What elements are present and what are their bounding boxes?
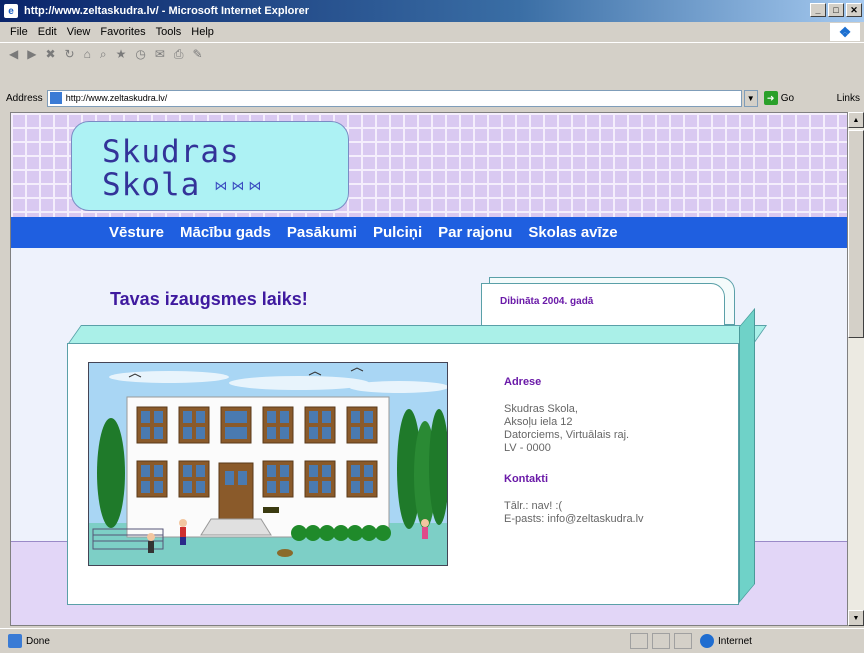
site-nav: Vēsture Mācību gads Pasākumi Pulciņi Par… [11,217,847,248]
logo-line-2-text: Skola [102,167,201,203]
email-link[interactable]: E-pasts: info@zeltaskudra.lv [504,513,644,526]
status-bar: Done Internet [0,628,864,653]
windows-logo-icon: ❖ [830,23,860,41]
links-button[interactable]: Links [837,93,860,104]
address-label: Address [6,92,43,104]
nav-par-rajonu[interactable]: Par rajonu [438,224,512,241]
school-building-illustration [88,362,448,566]
mail-icon[interactable]: ✉ [155,47,165,61]
internet-globe-icon [700,634,714,648]
founded-text: Dibināta 2004. gadā [500,296,594,307]
maximize-button[interactable]: □ [828,3,844,17]
close-button[interactable]: ✕ [846,3,862,17]
logo-line-1: Skudras [102,134,240,170]
address-heading: Adrese [504,376,542,388]
address-line-1: Skudras Skola, [504,403,578,415]
card-top-face [67,325,768,345]
address-bar: Address http://www.zeltaskudra.lv/ ▼ ➜ G… [0,86,864,110]
nav-pasakumi[interactable]: Pasākumi [287,224,357,241]
info-card: Adrese Skudras Skola, Aksoļu iela 12 Dat… [67,343,739,605]
status-segment [630,633,648,649]
menu-tools[interactable]: Tools [156,26,182,38]
scroll-up-icon[interactable]: ▲ [848,112,864,128]
page-tagline: Tavas izaugsmes laiks! [110,289,308,309]
security-zone: Internet [700,633,752,649]
menu-view[interactable]: View [67,26,91,38]
menu-favorites[interactable]: Favorites [100,26,145,38]
menu-file[interactable]: File [10,26,28,38]
address-line-4: LV - 0000 [504,442,551,454]
status-segment [674,633,692,649]
ie-icon: e [4,4,18,18]
nav-pulcini[interactable]: Pulciņi [373,224,422,241]
founded-card: Dibināta 2004. gadā [481,283,725,329]
contacts-heading: Kontakti [504,473,548,485]
status-text: Done [26,635,50,647]
menu-help[interactable]: Help [191,26,214,38]
page-viewport: Skudras Skola ⋈⋈⋈ Vēsture Mācību gads Pas… [10,112,848,626]
home-icon[interactable]: ⌂ [84,47,91,61]
go-button[interactable]: ➜ Go [763,91,795,105]
nav-vesture[interactable]: Vēsture [109,224,164,241]
contact-info: Adrese Skudras Skola, Aksoļu iela 12 Dat… [504,376,644,526]
card-side-face [739,307,755,603]
favorites-icon[interactable]: ★ [116,47,127,61]
address-line-3: Datorciems, Virtuālais raj. [504,429,630,441]
toolbar: ◀ ▶ ✖ ↻ ⌂ ⌕ ★ ◷ ✉ ⎙ ✎ [0,43,864,65]
page-icon [49,92,62,104]
nav-skolas-avize[interactable]: Skolas avīze [528,224,617,241]
site-logo[interactable]: Skudras Skola ⋈⋈⋈ [71,121,349,211]
window-title: http://www.zeltaskudra.lv/ - Microsoft I… [24,5,310,17]
go-label: Go [780,92,795,104]
address-dropdown-icon[interactable]: ▼ [743,89,758,107]
zone-text: Internet [718,635,752,647]
menu-bar: File Edit View Favorites Tools Help ❖ [0,22,864,43]
back-icon[interactable]: ◀ [9,47,18,61]
window-titlebar: e http://www.zeltaskudra.lv/ - Microsoft… [0,0,864,22]
ant-icons: ⋈⋈⋈ [214,179,266,194]
menu-edit[interactable]: Edit [38,26,57,38]
scroll-thumb[interactable] [848,130,864,338]
edit-icon[interactable]: ✎ [193,47,203,61]
address-value: http://www.zeltaskudra.lv/ [65,93,168,103]
page-done-icon [8,634,22,648]
history-icon[interactable]: ◷ [135,47,145,61]
go-arrow-icon: ➜ [763,91,778,105]
logo-line-2: Skola ⋈⋈⋈ [102,169,348,203]
address-input[interactable]: http://www.zeltaskudra.lv/ [46,89,742,107]
stop-icon[interactable]: ✖ [45,47,55,61]
status-segment [652,633,670,649]
vertical-scrollbar[interactable]: ▲ ▼ [848,112,864,626]
nav-macibu-gads[interactable]: Mācību gads [180,224,271,241]
refresh-icon[interactable]: ↻ [65,47,75,61]
scroll-down-icon[interactable]: ▼ [848,610,864,626]
address-line-2: Aksoļu iela 12 [504,416,573,428]
phone-text: Tālr.: nav! :( [504,500,563,512]
forward-icon[interactable]: ▶ [27,47,36,61]
minimize-button[interactable]: _ [810,3,826,17]
search-icon[interactable]: ⌕ [100,47,107,62]
print-icon[interactable]: ⎙ [174,47,184,62]
